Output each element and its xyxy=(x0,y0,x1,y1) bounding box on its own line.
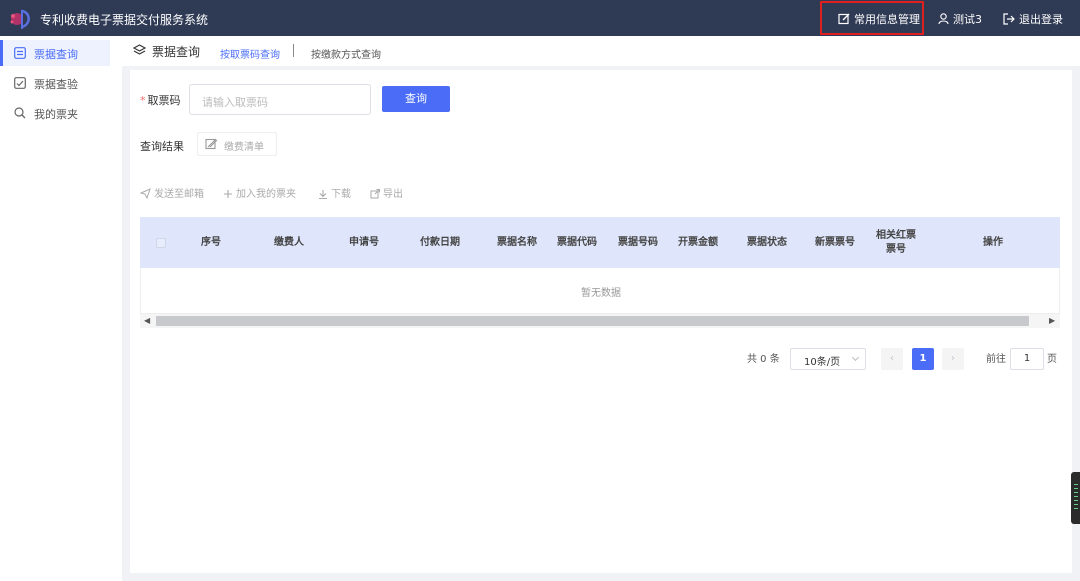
download-icon xyxy=(319,190,327,200)
tab-by-payment[interactable]: 按缴款方式查询 xyxy=(311,46,381,61)
fee-list-button[interactable]: 缴费清单 xyxy=(197,132,277,156)
page-title: 票据查询 xyxy=(152,45,201,59)
goto-label: 前往 xyxy=(986,354,1006,365)
column-header[interactable]: 票据名称 xyxy=(490,217,544,268)
column-header[interactable]: 票据号码 xyxy=(610,217,666,268)
plus-icon xyxy=(224,190,232,198)
main-panel: * 取票码 请输入取票码 查询 查询结果 缴费清单 发送至邮箱 加入我的票夹 下载… xyxy=(130,70,1072,573)
receipt-icon xyxy=(14,47,26,59)
select-all-checkbox[interactable] xyxy=(140,217,182,268)
sidebar: 票据查询 票据查验 我的票夹 xyxy=(0,36,122,581)
logout-button[interactable]: 退出登录 xyxy=(1003,11,1063,27)
sidebar-item-label: 票据查验 xyxy=(34,78,78,91)
scroll-right-icon[interactable]: ▶ xyxy=(1049,316,1055,325)
page-header: 票据查询 按取票码查询 按缴款方式查询 xyxy=(122,36,1080,66)
highlight-box xyxy=(820,1,924,35)
export-icon xyxy=(370,189,380,199)
send-email-button[interactable]: 发送至邮箱 xyxy=(139,185,204,200)
top-bar: 专利收费电子票据交付服务系统 常用信息管理 测试3 退出登录 xyxy=(0,0,1080,36)
column-header[interactable]: 申请号 xyxy=(338,217,390,268)
logout-label: 退出登录 xyxy=(1019,13,1063,26)
scroll-left-icon[interactable]: ◀ xyxy=(144,316,150,325)
table-body: 暂无数据 xyxy=(140,268,1060,314)
column-header[interactable]: 缴费人 xyxy=(240,217,338,268)
next-page-button[interactable]: › xyxy=(942,348,964,370)
query-button[interactable]: 查询 xyxy=(382,86,450,112)
tab-divider xyxy=(293,44,294,57)
code-label: * 取票码 xyxy=(140,94,181,107)
add-folder-button[interactable]: 加入我的票夹 xyxy=(223,185,296,200)
layers-icon xyxy=(133,44,146,55)
tab-by-code[interactable]: 按取票码查询 xyxy=(220,46,280,61)
logo-icon xyxy=(10,9,30,29)
sidebar-item-label: 票据查询 xyxy=(34,48,78,61)
result-label: 查询结果 xyxy=(140,140,184,153)
goto-page-input[interactable]: 1 xyxy=(1010,348,1044,370)
download-button[interactable]: 下载 xyxy=(318,185,351,200)
page-size-value: 10条/页 xyxy=(804,357,841,368)
edit-icon xyxy=(205,138,218,150)
column-header[interactable]: 新票票号 xyxy=(804,217,866,268)
code-input-placeholder: 请输入取票码 xyxy=(202,96,268,109)
column-header[interactable]: 操作 xyxy=(926,217,1060,268)
column-header[interactable]: 相关红票 票号 xyxy=(866,217,926,268)
logout-icon xyxy=(1003,13,1015,25)
horizontal-scrollbar[interactable]: ◀ ▶ xyxy=(140,314,1060,328)
page-suffix: 页 xyxy=(1047,354,1057,365)
table-header: 序号 缴费人 申请号 付款日期 票据名称 票据代码 票据号码 开票金额 票据状态… xyxy=(140,217,1060,268)
code-input[interactable]: 请输入取票码 xyxy=(189,84,371,115)
floating-side-handle[interactable] xyxy=(1071,472,1080,524)
check-icon xyxy=(14,77,26,89)
total-count: 共 0 条 xyxy=(747,354,780,365)
sidebar-item-my-folder[interactable]: 我的票夹 xyxy=(0,100,110,126)
prev-page-button[interactable]: ‹ xyxy=(881,348,903,370)
column-header[interactable]: 票据状态 xyxy=(730,217,804,268)
empty-text: 暂无数据 xyxy=(581,288,621,299)
page-size-select[interactable]: 10条/页 xyxy=(790,348,866,370)
user-icon xyxy=(938,13,949,25)
sidebar-item-receipt-check[interactable]: 票据查验 xyxy=(0,70,110,96)
user-menu[interactable]: 测试3 xyxy=(938,11,982,27)
current-page-button[interactable]: 1 xyxy=(912,348,934,370)
user-name: 测试3 xyxy=(953,13,982,26)
chevron-down-icon xyxy=(851,353,860,362)
export-button[interactable]: 导出 xyxy=(370,185,403,200)
sidebar-item-receipt-query[interactable]: 票据查询 xyxy=(0,40,110,66)
app-title: 专利收费电子票据交付服务系统 xyxy=(40,13,209,27)
column-header[interactable]: 开票金额 xyxy=(666,217,730,268)
sidebar-item-label: 我的票夹 xyxy=(34,108,78,121)
column-header[interactable]: 序号 xyxy=(182,217,240,268)
fee-list-label: 缴费清单 xyxy=(224,142,264,153)
search-icon xyxy=(14,107,26,119)
scrollbar-thumb[interactable] xyxy=(156,316,1029,326)
send-icon xyxy=(139,188,151,200)
column-header[interactable]: 付款日期 xyxy=(390,217,490,268)
column-header[interactable]: 票据代码 xyxy=(544,217,610,268)
